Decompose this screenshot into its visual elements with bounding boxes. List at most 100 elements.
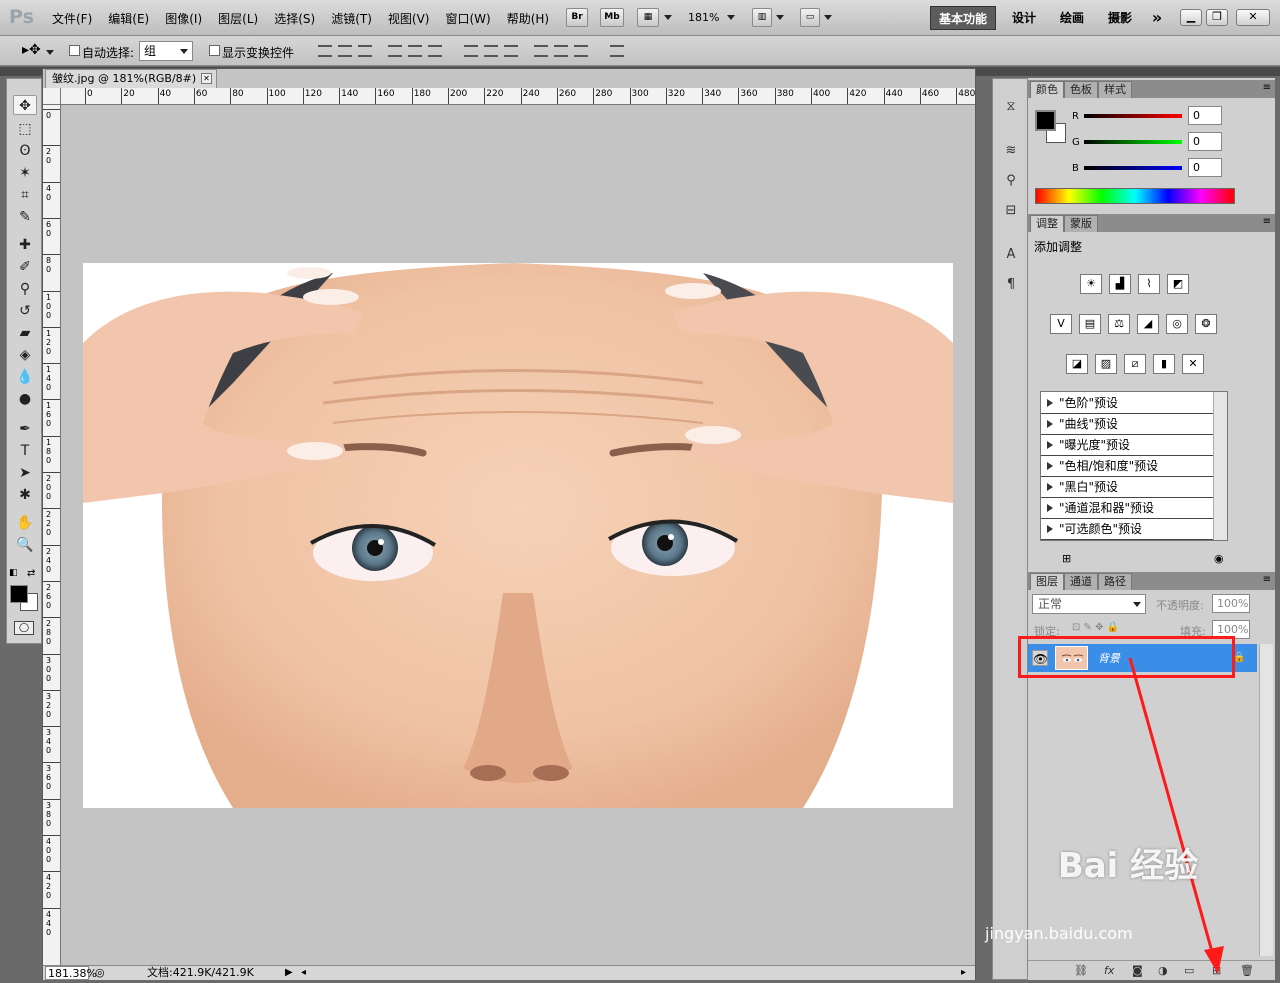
align-top-icon[interactable] bbox=[318, 45, 332, 57]
align-bottom-icon[interactable] bbox=[358, 45, 372, 57]
color-balance-icon[interactable]: ⚖ bbox=[1108, 314, 1130, 334]
vibrance-icon[interactable]: V bbox=[1050, 314, 1072, 334]
distribute-left-icon[interactable] bbox=[534, 45, 548, 57]
marquee-tool-icon[interactable]: ⬚ bbox=[13, 119, 37, 139]
brightness-icon[interactable]: ☀ bbox=[1080, 274, 1102, 294]
menu-image[interactable]: 图像(I) bbox=[157, 10, 210, 27]
history-panel-icon[interactable]: ⧖ bbox=[1001, 97, 1021, 117]
menu-view[interactable]: 视图(V) bbox=[380, 10, 438, 27]
r-slider[interactable] bbox=[1084, 114, 1182, 118]
default-colors-icon[interactable]: ◧ bbox=[9, 568, 18, 578]
blend-mode-dropdown[interactable]: 正常 bbox=[1032, 594, 1146, 614]
link-layers-icon[interactable]: ⛓ bbox=[1074, 964, 1088, 977]
magic-wand-tool-icon[interactable]: ✶ bbox=[13, 163, 37, 183]
menu-help[interactable]: 帮助(H) bbox=[499, 10, 557, 27]
eraser-tool-icon[interactable]: ▰ bbox=[13, 323, 37, 343]
selective-color-icon[interactable]: ✕ bbox=[1182, 354, 1204, 374]
close-icon[interactable]: ✕ bbox=[201, 73, 212, 84]
menu-layer[interactable]: 图层(L) bbox=[210, 10, 266, 27]
distribute-vcenter-icon[interactable] bbox=[484, 45, 498, 57]
adjust-options-icon[interactable]: ◉ bbox=[1214, 552, 1224, 565]
lock-icons[interactable]: ⊡ ✎ ✥ 🔒 bbox=[1072, 622, 1119, 633]
tab-adjustments[interactable]: 调整 bbox=[1030, 215, 1064, 232]
invert-icon[interactable]: ◪ bbox=[1066, 354, 1088, 374]
menu-filter[interactable]: 滤镜(T) bbox=[323, 10, 380, 27]
list-item[interactable]: "黑白"预设 bbox=[1041, 477, 1213, 498]
menu-window[interactable]: 窗口(W) bbox=[437, 10, 498, 27]
photo-filter-icon[interactable]: ◎ bbox=[1166, 314, 1188, 334]
shape-tool-icon[interactable]: ✱ bbox=[13, 485, 37, 505]
layers-scrollbar[interactable] bbox=[1259, 644, 1273, 956]
document-tab[interactable]: 皱纹.jpg @ 181%(RGB/8#) ✕ bbox=[45, 69, 217, 88]
g-value-input[interactable]: 0 bbox=[1188, 132, 1222, 151]
auto-select-checkbox[interactable] bbox=[69, 45, 80, 56]
layer-style-icon[interactable]: fx bbox=[1104, 964, 1114, 977]
paint-bucket-tool-icon[interactable]: ◈ bbox=[13, 345, 37, 365]
distribute-bottom-icon[interactable] bbox=[504, 45, 518, 57]
align-left-icon[interactable] bbox=[388, 45, 402, 57]
hue-saturation-icon[interactable]: ▤ bbox=[1079, 314, 1101, 334]
color-fg-swatch[interactable] bbox=[1035, 110, 1056, 131]
move-tool-icon[interactable]: ✥ bbox=[13, 95, 37, 115]
scroll-left-icon[interactable]: ◂ bbox=[301, 966, 306, 980]
mini-bridge-button[interactable]: Mb bbox=[600, 8, 624, 27]
character-panel-icon[interactable]: A bbox=[1001, 245, 1021, 265]
zoom-tool-icon[interactable]: 🔍 bbox=[13, 535, 37, 555]
quick-mask-icon[interactable]: ◯ bbox=[14, 621, 34, 635]
menu-select[interactable]: 选择(S) bbox=[266, 10, 323, 27]
more-workspaces-button[interactable]: » bbox=[1146, 6, 1168, 30]
canvas-photo[interactable] bbox=[83, 263, 953, 808]
move-tool-preset-icon[interactable]: ▸✥ bbox=[22, 42, 41, 58]
type-tool-icon[interactable]: T bbox=[13, 441, 37, 461]
workspace-photography[interactable]: 摄影 bbox=[1102, 6, 1138, 30]
align-right-icon[interactable] bbox=[428, 45, 442, 57]
foreground-color-swatch[interactable] bbox=[10, 585, 28, 603]
chevron-down-icon[interactable] bbox=[776, 15, 784, 20]
minimize-button[interactable]: ▁ bbox=[1180, 9, 1202, 26]
clone-stamp-tool-icon[interactable]: ⚲ bbox=[13, 279, 37, 299]
tab-paths[interactable]: 路径 bbox=[1098, 573, 1132, 590]
distribute-right-icon[interactable] bbox=[574, 45, 588, 57]
workspace-design[interactable]: 设计 bbox=[1006, 6, 1042, 30]
posterize-icon[interactable]: ▨ bbox=[1095, 354, 1117, 374]
hand-tool-icon[interactable]: ✋ bbox=[13, 513, 37, 533]
menu-edit[interactable]: 编辑(E) bbox=[100, 10, 157, 27]
status-info-icon[interactable]: ◎ bbox=[95, 966, 105, 980]
eyedropper-tool-icon[interactable]: ✎ bbox=[13, 207, 37, 227]
status-zoom-field[interactable]: 181.38% bbox=[45, 966, 97, 980]
chevron-down-icon[interactable] bbox=[727, 15, 735, 20]
crop-tool-icon[interactable]: ⌗ bbox=[13, 185, 37, 205]
paragraph-panel-icon[interactable]: ¶ bbox=[1001, 275, 1021, 295]
list-item[interactable]: "曝光度"预设 bbox=[1041, 435, 1213, 456]
zoom-level[interactable]: 181% bbox=[688, 11, 719, 24]
list-item[interactable]: "色阶"预设 bbox=[1041, 393, 1213, 414]
history-brush-tool-icon[interactable]: ↺ bbox=[13, 301, 37, 321]
tool-presets-icon[interactable]: ⊟ bbox=[1001, 201, 1021, 221]
ruler-origin[interactable] bbox=[43, 88, 61, 105]
pen-tool-icon[interactable]: ✒ bbox=[13, 419, 37, 439]
clone-source-icon[interactable]: ⚲ bbox=[1001, 171, 1021, 191]
distribute-top-icon[interactable] bbox=[464, 45, 478, 57]
panel-menu-icon[interactable]: ≡ bbox=[1263, 82, 1271, 93]
auto-align-icon[interactable] bbox=[610, 45, 624, 57]
brush-tool-icon[interactable]: ✐ bbox=[13, 257, 37, 277]
restore-button[interactable]: ❐ bbox=[1206, 9, 1228, 26]
horizontal-ruler[interactable]: 0 20 40 60 80 100 120 140 160 180 200 220 240 260 280 3… bbox=[61, 88, 975, 105]
channel-mixer-icon[interactable]: ❂ bbox=[1195, 314, 1217, 334]
levels-icon[interactable]: ▟ bbox=[1109, 274, 1131, 294]
screen-mode-button[interactable]: ▭ bbox=[800, 8, 820, 27]
distribute-hcenter-icon[interactable] bbox=[554, 45, 568, 57]
tab-channels[interactable]: 通道 bbox=[1064, 573, 1098, 590]
chevron-down-icon[interactable] bbox=[46, 50, 54, 55]
align-hcenter-icon[interactable] bbox=[408, 45, 422, 57]
tab-layers[interactable]: 图层 bbox=[1030, 573, 1064, 590]
workspace-painting[interactable]: 绘画 bbox=[1054, 6, 1090, 30]
menu-file[interactable]: 文件(F) bbox=[44, 10, 100, 27]
lasso-tool-icon[interactable]: ʘ bbox=[13, 141, 37, 161]
threshold-icon[interactable]: ⧄ bbox=[1124, 354, 1146, 374]
chevron-down-icon[interactable] bbox=[824, 15, 832, 20]
list-item[interactable]: "可选颜色"预设 bbox=[1041, 519, 1213, 540]
exposure-icon[interactable]: ◩ bbox=[1167, 274, 1189, 294]
path-selection-tool-icon[interactable]: ➤ bbox=[13, 463, 37, 483]
workspace-essentials[interactable]: 基本功能 bbox=[930, 6, 996, 30]
